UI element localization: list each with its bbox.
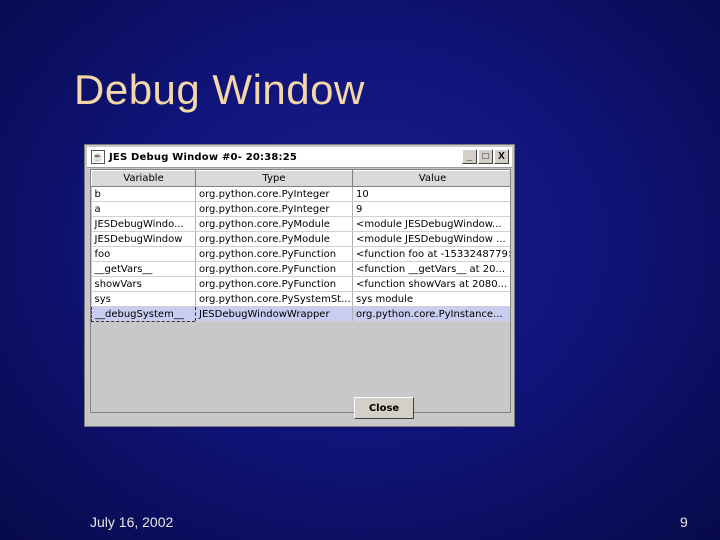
- value-cell[interactable]: <module JESDebugWindow...: [352, 216, 510, 232]
- value-cell[interactable]: <function showVars at 2080...: [352, 276, 510, 292]
- table-row[interactable]: a org.python.core.PyInteger 9: [91, 201, 510, 217]
- table-row[interactable]: b org.python.core.PyInteger 10: [91, 186, 510, 202]
- table-header-row: Variable Type Value: [91, 170, 510, 187]
- value-cell[interactable]: <module JESDebugWindow ...: [352, 231, 510, 247]
- value-cell[interactable]: 9: [352, 201, 510, 217]
- table-row[interactable]: __getVars__ org.python.core.PyFunction <…: [91, 261, 510, 277]
- type-cell[interactable]: org.python.core.PyFunction: [195, 261, 353, 277]
- close-window-button[interactable]: X: [494, 149, 509, 164]
- variable-cell[interactable]: JESDebugWindow: [91, 231, 196, 247]
- variables-table: Variable Type Value b org.python.core.Py…: [91, 170, 510, 322]
- variable-cell[interactable]: JESDebugWindo...: [91, 216, 196, 232]
- type-cell[interactable]: org.python.core.PyModule: [195, 216, 353, 232]
- maximize-button[interactable]: □: [478, 149, 493, 164]
- minimize-button[interactable]: _: [462, 149, 477, 164]
- column-header-type[interactable]: Type: [195, 170, 353, 187]
- variable-cell[interactable]: foo: [91, 246, 196, 262]
- value-cell[interactable]: 10: [352, 186, 510, 202]
- table-row[interactable]: JESDebugWindow org.python.core.PyModule …: [91, 231, 510, 247]
- window-titlebar[interactable]: ☕ JES Debug Window #0- 20:38:25 _ □ X: [87, 147, 512, 168]
- footer-date: July 16, 2002: [90, 514, 174, 530]
- column-header-variable[interactable]: Variable: [91, 170, 196, 187]
- type-cell[interactable]: org.python.core.PyInteger: [195, 201, 353, 217]
- table-row[interactable]: sys org.python.core.PySystemSt... sys mo…: [91, 291, 510, 307]
- variable-cell[interactable]: sys: [91, 291, 196, 307]
- table-row[interactable]: showVars org.python.core.PyFunction <fun…: [91, 276, 510, 292]
- page-number: 9: [680, 514, 688, 530]
- type-cell[interactable]: org.python.core.PyModule: [195, 231, 353, 247]
- value-cell[interactable]: <function __getVars__ at 20...: [352, 261, 510, 277]
- close-button[interactable]: Close: [354, 397, 414, 419]
- table-row-selected[interactable]: __debugSystem__ JESDebugWindowWrapper or…: [91, 306, 510, 322]
- variable-cell[interactable]: b: [91, 186, 196, 202]
- table-row[interactable]: foo org.python.core.PyFunction <function…: [91, 246, 510, 262]
- java-app-icon: ☕: [91, 150, 105, 164]
- variable-cell[interactable]: __debugSystem__: [91, 306, 196, 322]
- type-cell[interactable]: org.python.core.PySystemSt...: [195, 291, 353, 307]
- slide-title: Debug Window: [74, 66, 365, 113]
- variable-cell[interactable]: showVars: [91, 276, 196, 292]
- value-cell[interactable]: org.python.core.PyInstance...: [352, 306, 510, 322]
- value-cell[interactable]: sys module: [352, 291, 510, 307]
- column-header-value[interactable]: Value: [352, 170, 510, 187]
- variable-cell[interactable]: __getVars__: [91, 261, 196, 277]
- window-controls: _ □ X: [462, 149, 509, 164]
- variable-cell[interactable]: a: [91, 201, 196, 217]
- variables-table-area[interactable]: Variable Type Value b org.python.core.Py…: [90, 169, 511, 413]
- table-row[interactable]: JESDebugWindo... org.python.core.PyModul…: [91, 216, 510, 232]
- value-cell[interactable]: <function foo at -1533248779>: [352, 246, 510, 262]
- type-cell[interactable]: JESDebugWindowWrapper: [195, 306, 353, 322]
- type-cell[interactable]: org.python.core.PyInteger: [195, 186, 353, 202]
- type-cell[interactable]: org.python.core.PyFunction: [195, 276, 353, 292]
- type-cell[interactable]: org.python.core.PyFunction: [195, 246, 353, 262]
- debug-window: ☕ JES Debug Window #0- 20:38:25 _ □ X Va…: [84, 144, 515, 427]
- window-title: JES Debug Window #0- 20:38:25: [109, 151, 298, 163]
